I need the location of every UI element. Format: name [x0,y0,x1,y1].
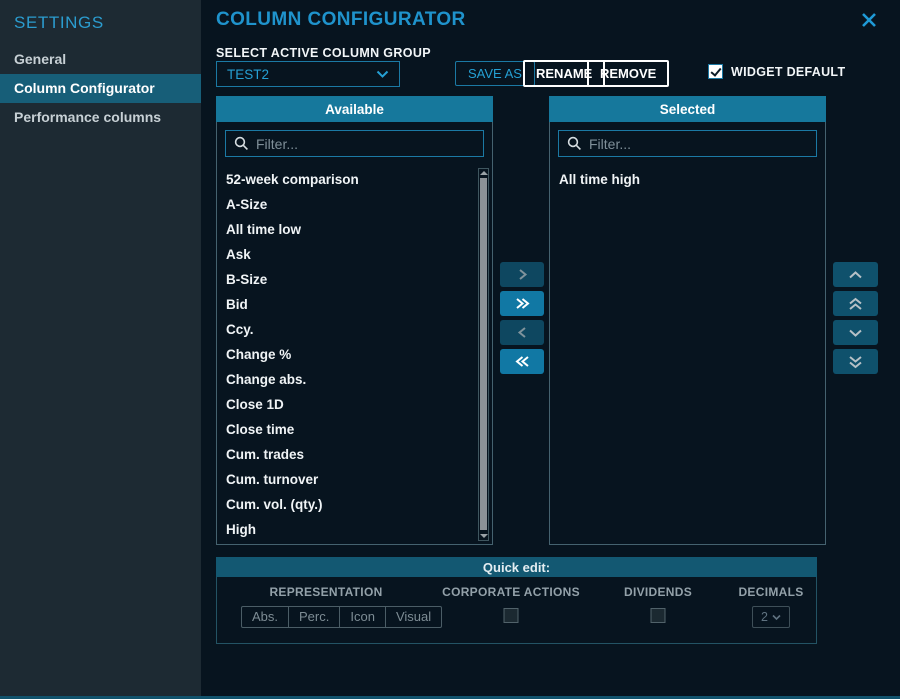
move-down-button[interactable] [833,320,878,345]
quick-edit-title: Quick edit: [216,557,817,577]
chevrons-up-icon [848,297,863,311]
chevron-right-icon [515,268,530,281]
transfer-buttons [500,262,544,374]
quick-edit-section: Quick edit: REPRESENTATION CORPORATE ACT… [216,557,817,644]
search-icon [567,136,582,151]
representation-option[interactable]: Icon [340,607,386,627]
sidebar-item[interactable]: General [0,45,201,74]
selected-panel-title: Selected [549,96,826,122]
chevrons-down-icon [848,355,863,369]
settings-window: { "sidebar": { "title": "SETTINGS", "ite… [0,0,900,699]
page-title: COLUMN CONFIGURATOR [216,9,466,31]
available-column-item[interactable]: All time low [217,217,492,242]
selected-filter-box [558,130,817,157]
available-column-item[interactable]: 52-week comparison [217,167,492,192]
chevron-down-icon [772,614,781,621]
selected-column-item[interactable]: All time high [550,167,825,192]
move-top-button[interactable] [833,291,878,316]
selected-column-list: All time high [550,164,825,544]
column-group-select[interactable]: TEST2 [216,61,400,87]
move-bottom-button[interactable] [833,349,878,374]
move-left-button[interactable] [500,320,544,345]
available-column-list: 52-week comparison A-Size All time low A… [217,164,492,544]
widget-default-toggle[interactable]: WIDGET DEFAULT [708,64,845,79]
decimals-label: DECIMALS [738,585,803,599]
sidebar-item[interactable]: Column Configurator [0,74,201,103]
available-column-item[interactable]: B-Size [217,267,492,292]
remove-button[interactable]: REMOVE [587,60,669,87]
available-panel: Available 52-week comparison A-Size All … [216,96,493,545]
available-column-item[interactable]: Close 1D [217,392,492,417]
available-column-item[interactable]: Cum. trades [217,442,492,467]
reorder-buttons [833,262,878,374]
chevron-down-icon [376,70,389,79]
representation-option[interactable]: Visual [386,607,441,627]
scroll-down-arrow-icon[interactable] [480,534,488,538]
scrollbar-thumb[interactable] [480,178,487,530]
dividends-checkbox[interactable] [651,608,666,623]
available-panel-title: Available [216,96,493,122]
column-configurator-panel: COLUMN CONFIGURATOR SELECT ACTIVE COLUMN… [201,0,900,696]
available-column-item[interactable]: Close time [217,417,492,442]
available-column-item[interactable]: Cum. turnover [217,467,492,492]
available-column-item[interactable]: Ask [217,242,492,267]
search-icon [234,136,249,151]
sidebar-item[interactable]: Performance columns [0,103,201,132]
move-all-right-button[interactable] [500,291,544,316]
selected-filter-input[interactable] [589,136,808,152]
scroll-up-arrow-icon[interactable] [480,171,488,175]
available-column-item[interactable]: Ccy. [217,317,492,342]
corporate-actions-label: CORPORATE ACTIONS [442,585,580,599]
chevron-down-icon [848,327,863,339]
chevron-left-icon [515,326,530,339]
move-up-button[interactable] [833,262,878,287]
column-group-select-value: TEST2 [227,67,269,82]
available-column-item[interactable]: Change abs. [217,367,492,392]
representation-options: Abs. Perc. Icon Visual [241,606,442,628]
selected-panel: Selected All time high [549,96,826,545]
dividends-label: DIVIDENDS [624,585,692,599]
chevron-up-icon [848,269,863,281]
representation-label: REPRESENTATION [269,585,382,599]
move-all-left-button[interactable] [500,349,544,374]
move-right-button[interactable] [500,262,544,287]
representation-option[interactable]: Abs. [242,607,289,627]
sidebar-nav: General Column Configurator Performance … [0,45,201,132]
widget-default-checkbox[interactable] [708,64,723,79]
close-icon[interactable] [860,12,878,30]
decimals-select[interactable]: 2 [752,606,790,628]
chevrons-right-icon [514,297,531,310]
widget-default-label: WIDGET DEFAULT [731,65,845,79]
available-column-item[interactable]: Cum. vol. (qty.) [217,492,492,517]
available-scrollbar[interactable] [478,168,489,541]
corporate-actions-checkbox[interactable] [504,608,519,623]
available-column-item[interactable]: High [217,517,492,542]
available-filter-input[interactable] [256,136,475,152]
active-column-group-label: SELECT ACTIVE COLUMN GROUP [216,46,431,60]
sidebar-title: SETTINGS [0,0,201,45]
available-column-item[interactable]: Bid [217,292,492,317]
quick-edit-grid: REPRESENTATION CORPORATE ACTIONS DIVIDEN… [217,577,816,642]
available-filter-box [225,130,484,157]
settings-sidebar: SETTINGS General Column Configurator Per… [0,0,201,696]
representation-option[interactable]: Perc. [289,607,340,627]
chevrons-left-icon [514,355,531,368]
available-column-item[interactable]: Change % [217,342,492,367]
available-column-item[interactable]: A-Size [217,192,492,217]
decimals-select-value: 2 [761,610,768,624]
